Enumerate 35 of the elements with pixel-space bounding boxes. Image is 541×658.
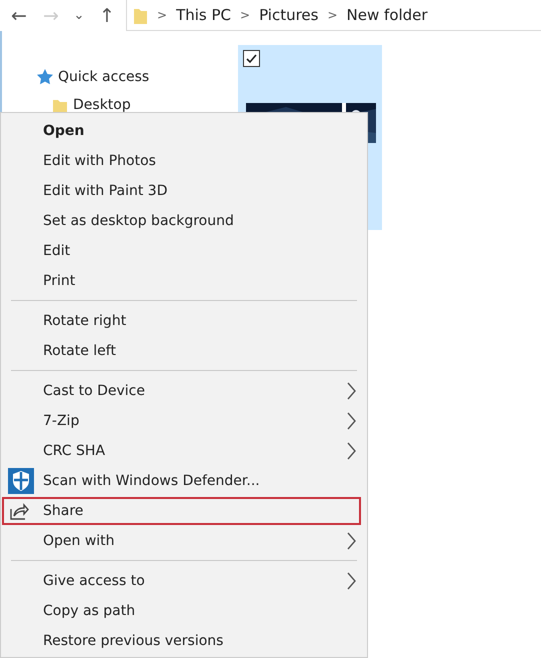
recent-locations-button[interactable]: ⌄ [70,8,88,23]
star-icon [37,69,53,85]
breadcrumb-item[interactable]: This PC [176,6,232,24]
breadcrumb-item[interactable]: Pictures [259,6,318,24]
chevron-separator: > [327,8,338,22]
back-button[interactable]: ← [6,4,32,26]
menu-item[interactable]: Scan with Windows Defender... [1,466,367,496]
address-bar[interactable]: > This PC > Pictures > New folder [126,0,541,31]
menu-item[interactable]: Edit with Photos [1,146,367,176]
up-button[interactable]: ↑ [94,4,120,26]
menu-item[interactable]: Cast to Device [1,376,367,406]
menu-item[interactable]: Open with [1,526,367,556]
menu-item[interactable]: Set as desktop background [1,206,367,236]
check-icon [245,53,258,64]
chevron-separator: > [240,8,250,22]
menu-item[interactable]: Give access to [1,566,367,596]
folder-icon [133,6,148,24]
nav-item[interactable]: Quick access [37,65,150,89]
chevron-separator: > [157,8,168,22]
menu-item[interactable]: Rotate left [1,336,367,366]
checkbox[interactable] [243,50,260,67]
menu-item[interactable]: 7-Zip [1,406,367,436]
menu-item[interactable]: CRC SHA [1,436,367,466]
menu-item[interactable]: Open [1,116,367,146]
menu-item[interactable]: Restore previous versions [1,626,367,656]
shield-icon [8,468,34,494]
menu-item[interactable]: Share [1,496,362,526]
nav-item[interactable]: Desktop [52,93,131,117]
menu-item[interactable]: Rotate right [1,306,367,336]
share-icon [8,501,30,521]
breadcrumb-item[interactable]: New folder [346,6,428,24]
menu-item[interactable]: Copy as path [1,596,367,626]
menu-item[interactable]: Edit with Paint 3D [1,176,367,206]
menu-item[interactable]: Edit [1,236,367,266]
menu-item[interactable]: Print [1,266,367,296]
